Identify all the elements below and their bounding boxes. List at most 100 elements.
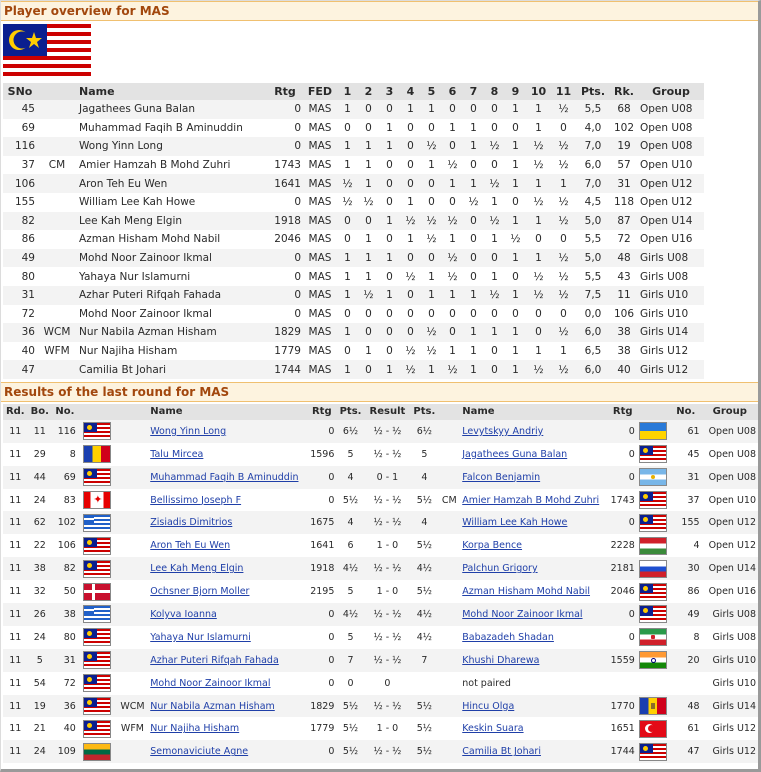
result-cell: 0 - 1 [364,465,411,489]
player-link[interactable]: Yahaya Nur Islamurni [150,632,251,643]
overview-cell: 0 [358,323,379,342]
player-name-cell: Aron Teh Eu Wen [148,534,307,557]
opponent-name-cell: William Lee Kah Howe [460,511,609,535]
opponent-link[interactable]: Babazadeh Shadan [462,632,554,643]
player-link[interactable]: Azhar Puteri Rifqah Fahada [150,655,279,666]
overview-cell: ½ [442,248,463,268]
flag-cell [78,489,117,512]
result-cell: ½ - ½ [364,603,411,626]
title-cell [117,489,149,512]
overview-cell: 1 [358,137,379,156]
opponent-link[interactable]: Amier Hamzah B Mohd Zuhri [462,495,599,506]
overview-cell: ½ [342,196,353,209]
player-link[interactable]: Nur Najiha Hisham [150,723,239,734]
player-link[interactable]: Zisiadis Dimitrios [150,517,232,528]
opponent-link[interactable]: Khushi Dharewa [462,655,539,666]
overview-cell: ½ [426,345,437,358]
overview-cell: ½ [484,211,505,231]
player-link[interactable]: Mohd Noor Zainoor Ikmal [150,678,270,689]
overview-cell: 2046 [274,233,301,246]
opponent-link[interactable]: Palchun Grigory [462,563,537,574]
overview-cell: ½ [421,137,442,156]
overview-cell: 0 [535,307,542,320]
player-link[interactable]: Lee Kah Meng Elgin [150,563,243,574]
overview-cell: 1 [535,121,542,134]
overview-cell: 1 [379,285,400,305]
opponent-link[interactable]: Hincu Olga [462,701,514,712]
overview-cell: 4,5 [584,196,602,209]
player-link[interactable]: Semonaviciute Agne [150,746,248,757]
player-link[interactable]: Wong Yinn Long [150,426,226,437]
group-cell: Open U14 [701,557,758,581]
board-cell: 54 [33,677,46,689]
overview-cell: 1 [470,121,477,134]
overview-cell: 0 [379,100,400,119]
my-flag-icon [639,513,668,532]
overview-cell: 0 [337,211,358,231]
player-name-cell: Bellissimo Joseph F [148,489,307,512]
player-link[interactable]: Talu Mircea [150,449,203,460]
overview-cell: Open U16 [640,233,693,246]
overview-cell: Jagathees Guna Balan [77,100,267,119]
points-cell: 4 [336,511,365,535]
overview-row: 155 William Lee Kah Howe 0 MAS ½ ½ 0 1 0 0 ½ 1 0 ½ ½ 4,… [3,193,704,212]
overview-cell: 1 [400,100,421,119]
overview-cell: 0 [428,307,435,320]
start-number-cell: 31 [51,648,78,672]
opponent-link[interactable]: Camilia Bt Johari [462,746,541,757]
opponent-link[interactable]: Azman Hisham Mohd Nabil [462,586,590,597]
points-cell [410,672,438,695]
overview-cell: ½ [421,211,442,231]
overview-cell: 1 [505,211,526,231]
opponent-name-cell: Camilia Bt Johari [460,740,609,764]
opponent-name-cell: Amier Hamzah B Mohd Zuhri [460,489,608,512]
title-cell [438,557,461,581]
overview-cell: ½ [533,159,544,172]
opponent-link[interactable]: Mohd Noor Zainoor Ikmal [462,609,582,620]
results-col-header: No. [669,403,702,420]
points-cell: 5 [347,586,354,598]
overview-cell: 1 [365,345,372,358]
overview-cell: 0 [386,270,393,283]
player-link[interactable]: Kolyva Ioanna [150,609,217,620]
my-flag-icon [83,536,112,555]
opponent-link[interactable]: Keskin Suara [462,723,523,734]
overview-cell: 0 [344,345,351,358]
player-link[interactable]: Bellissimo Joseph F [150,495,241,506]
overview-cell: MAS [308,270,332,283]
overview-cell: 0 [407,121,414,134]
start-number-cell: 83 [63,494,76,506]
results-row: 11 22 106 Aron Teh Eu Wen 1641 6 1 - 0 5½ Korpa … [3,534,758,557]
flag-cell [77,419,117,443]
overview-col-header: 1 [337,83,358,100]
opponent-link[interactable]: William Lee Kah Howe [462,517,567,528]
round-cell: 11 [9,677,22,689]
overview-cell: 1 [505,100,526,119]
player-link[interactable]: Aron Teh Eu Wen [150,540,230,551]
overview-cell: 6,0 [576,360,610,379]
opponent-link[interactable]: Korpa Bence [462,540,522,551]
player-link[interactable]: Ochsner Bjorn Moller [150,586,249,597]
my-flag-icon [639,445,668,464]
opponent-link[interactable]: Jagathees Guna Balan [462,449,567,460]
overview-cell: 118 [613,196,635,209]
overview-header-row: SNo Name Rtg FED 1 2 3 4 5 6 7 8 9 10 11 Pts. Rk. Group [3,83,704,100]
points-cell: 5½ [416,723,432,735]
points-cell: 6 [347,540,354,552]
player-link[interactable]: Muhammad Faqih B Aminuddin [150,472,298,483]
overview-cell: 6,5 [584,345,602,358]
overview-cell: 1744 [267,360,303,379]
player-name-cell: Wong Yinn Long [148,419,308,443]
overview-cell: MAS [303,100,337,119]
overview-cell [37,230,77,249]
overview-cell: 47 [3,360,37,379]
opponent-link[interactable]: Falcon Benjamin [462,472,540,483]
player-link[interactable]: Nur Nabila Azman Hisham [150,701,275,712]
overview-cell: 1 [505,137,526,156]
overview-cell: 106 [613,307,635,320]
rating-cell: 0 [608,419,637,443]
overview-cell: 0 [344,233,351,246]
opponent-link[interactable]: Levytskyy Andriy [462,426,543,437]
round-cell: 11 [3,603,28,626]
overview-col-header [37,83,77,100]
